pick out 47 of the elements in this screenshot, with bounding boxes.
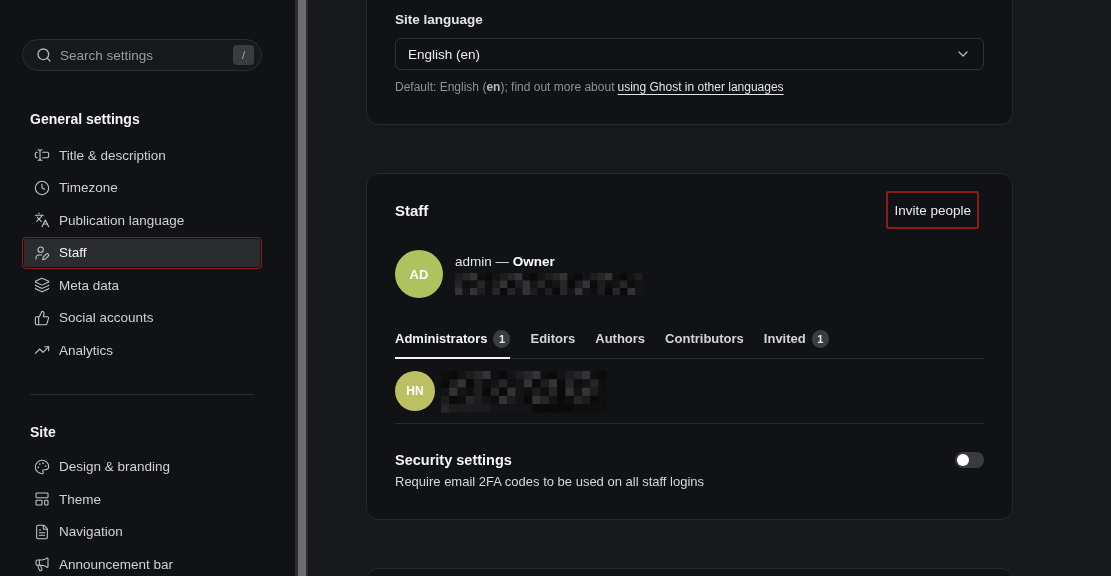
- avatar: HN: [395, 371, 435, 411]
- help-text: Default: English (en); find out more about using Ghost in other languages: [395, 79, 785, 96]
- section-heading: General settings: [29, 110, 141, 129]
- section-heading: Site: [29, 422, 57, 442]
- nav-item[interactable]: Design & branding: [22, 450, 262, 483]
- setting-title: Security settings: [395, 450, 513, 469]
- invite-button[interactable]: Invite people: [886, 191, 979, 229]
- help-link[interactable]: using Ghost in other languages: [617, 80, 784, 94]
- shortcut-key: /: [233, 45, 254, 65]
- nav-item[interactable]: Publication language: [22, 204, 262, 237]
- role-tab[interactable]: Authors: [595, 322, 646, 359]
- scrollbar[interactable]: [295, 0, 308, 576]
- nav-item[interactable]: Social accounts: [22, 301, 262, 334]
- nav-item[interactable]: Meta data: [22, 269, 262, 302]
- clock-icon: [34, 179, 50, 196]
- thumbs-up-icon: [34, 309, 50, 326]
- avatar: AD: [395, 250, 443, 298]
- layers-icon: [34, 277, 50, 294]
- card-title: Staff: [395, 201, 429, 219]
- count-badge: 1: [811, 330, 829, 348]
- role-tab[interactable]: Editors: [530, 322, 576, 359]
- search-icon: [36, 47, 52, 63]
- setting-description: Require email 2FA codes to be used on all staff logins: [395, 472, 705, 491]
- megaphone-icon: [34, 556, 50, 573]
- layout-icon: [34, 491, 50, 508]
- nav-item[interactable]: Navigation: [22, 515, 262, 548]
- language-select[interactable]: English (en): [395, 38, 984, 70]
- text-cursor-icon: [34, 147, 50, 164]
- search-field[interactable]: Search settings /: [22, 39, 262, 71]
- nav-item[interactable]: Analytics: [22, 334, 262, 367]
- role-tab[interactable]: Administrators 1: [395, 322, 511, 359]
- palette-icon: [34, 458, 50, 475]
- nav-item[interactable]: Timezone: [22, 171, 262, 204]
- nav-item[interactable]: Staff: [22, 236, 262, 269]
- owner-name: admin — Owner: [455, 252, 556, 271]
- nav-item[interactable]: Announcement bar: [22, 548, 262, 576]
- nav-item[interactable]: Theme: [22, 483, 262, 516]
- search-input[interactable]: Search settings: [60, 45, 225, 65]
- translate-icon: [34, 212, 50, 229]
- document-lines-icon: [34, 523, 50, 540]
- field-label: Site language: [395, 11, 484, 29]
- nav-item[interactable]: Title & description: [22, 139, 262, 172]
- toggle-switch[interactable]: [955, 451, 984, 468]
- user-pencil-icon: [34, 244, 50, 261]
- count-badge: 1: [493, 330, 511, 348]
- role-tab[interactable]: Contributors: [665, 322, 744, 359]
- role-tab[interactable]: Invited 1: [763, 322, 829, 359]
